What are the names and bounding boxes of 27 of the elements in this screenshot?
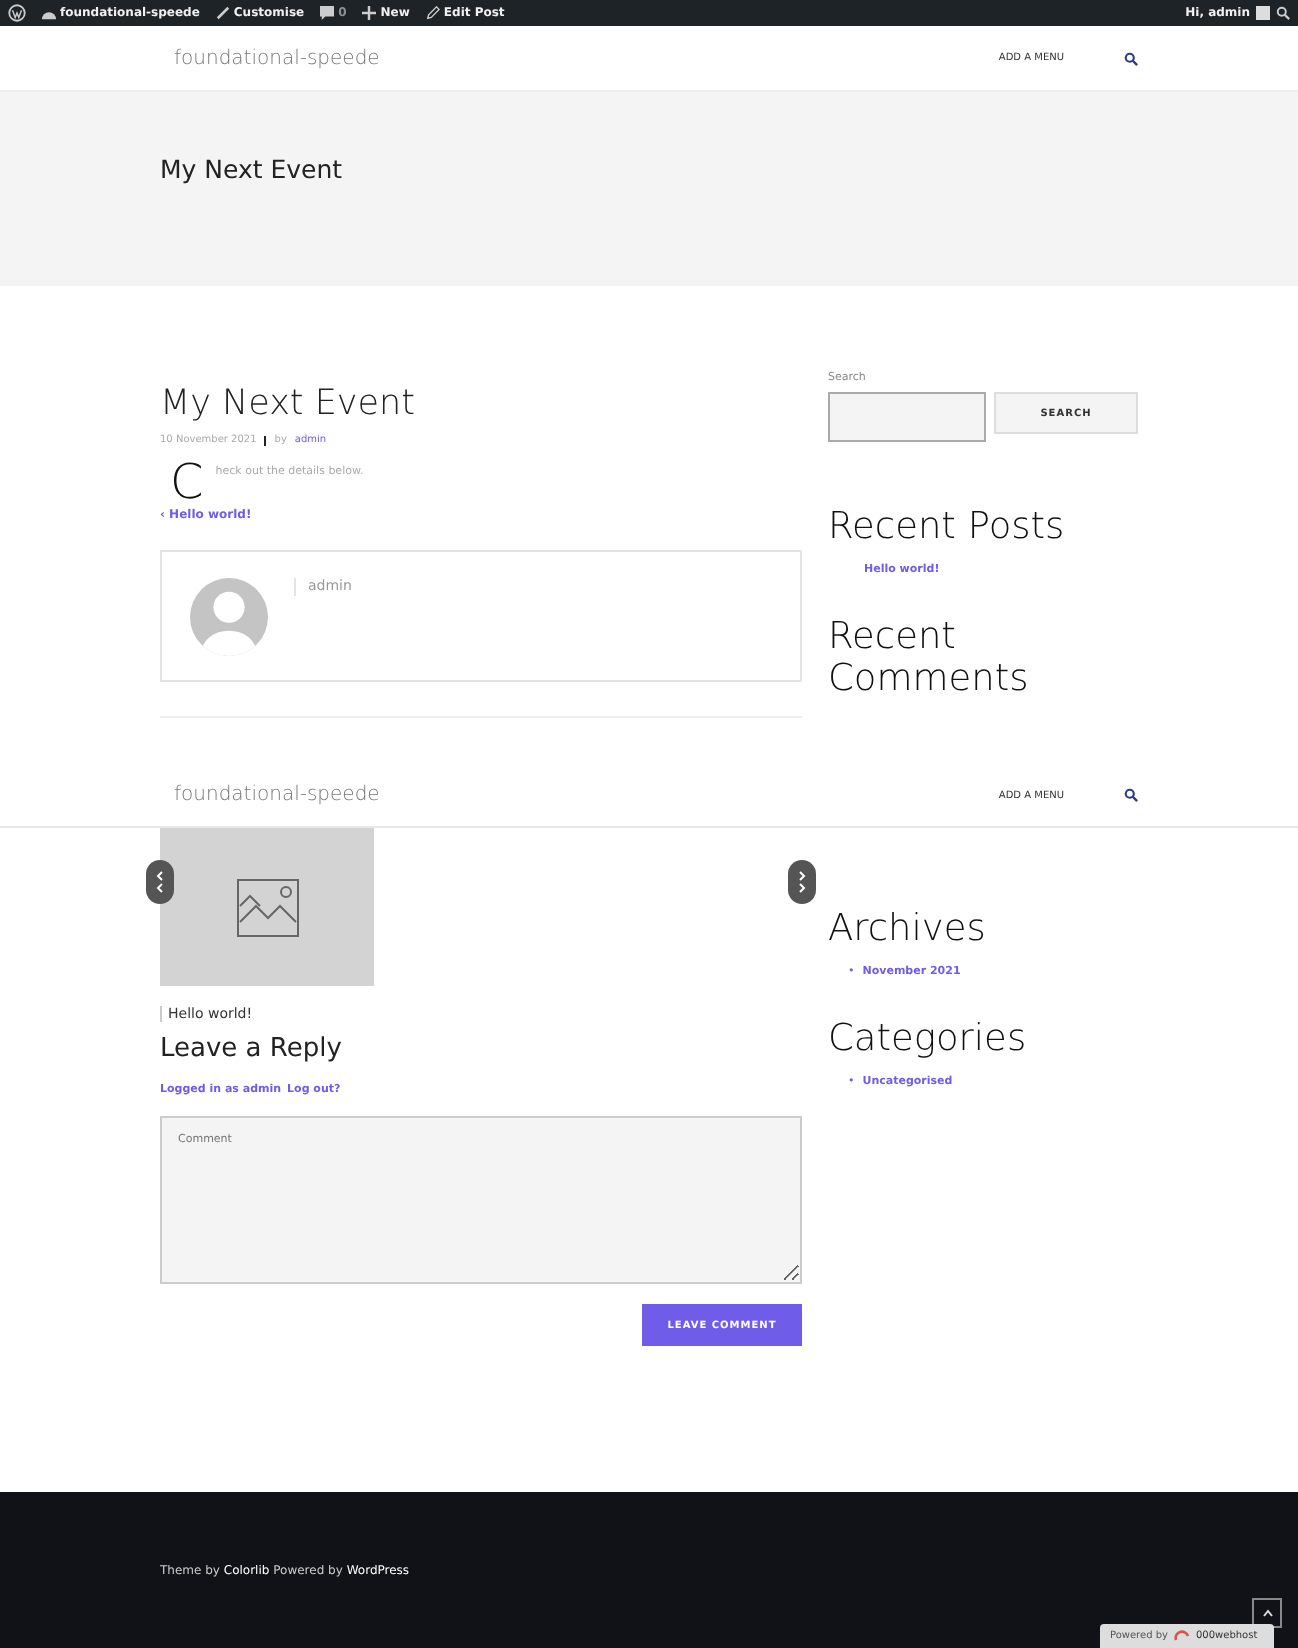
carousel-previous-button[interactable] <box>146 860 174 904</box>
search-icon[interactable] <box>1124 51 1138 65</box>
widget-title: Categories <box>828 1018 1029 1060</box>
chevron-icon <box>796 870 808 894</box>
host-logo-icon <box>1173 1630 1190 1642</box>
page-title: My Next Event <box>160 154 343 184</box>
avatar-silhouette-icon <box>190 578 268 656</box>
widget-title: Archives <box>828 908 988 950</box>
site-title[interactable]: foundational-speede <box>174 47 380 69</box>
site-title[interactable]: foundational-speede <box>174 784 380 806</box>
search-icon[interactable] <box>1124 788 1138 802</box>
wordpress-logo-icon[interactable] <box>8 4 26 22</box>
chevron-icon <box>154 870 166 894</box>
chevron-up-icon <box>1261 1608 1273 1618</box>
drop-cap: C <box>170 460 204 504</box>
carousel-next-button[interactable] <box>788 860 816 904</box>
reply-heading: Leave a Reply <box>160 1034 344 1064</box>
widget-title: Recent Comments <box>828 616 1031 700</box>
image-icon <box>235 877 299 937</box>
post-title: My Next Event <box>160 382 417 426</box>
avatar-icon <box>1256 6 1270 20</box>
widget-title: Recent Posts <box>828 506 1067 548</box>
pencil-icon <box>425 6 440 20</box>
plus-icon <box>362 6 377 20</box>
search-field[interactable] <box>828 392 986 442</box>
dashboard-icon <box>42 7 56 19</box>
comment-icon <box>320 6 335 20</box>
